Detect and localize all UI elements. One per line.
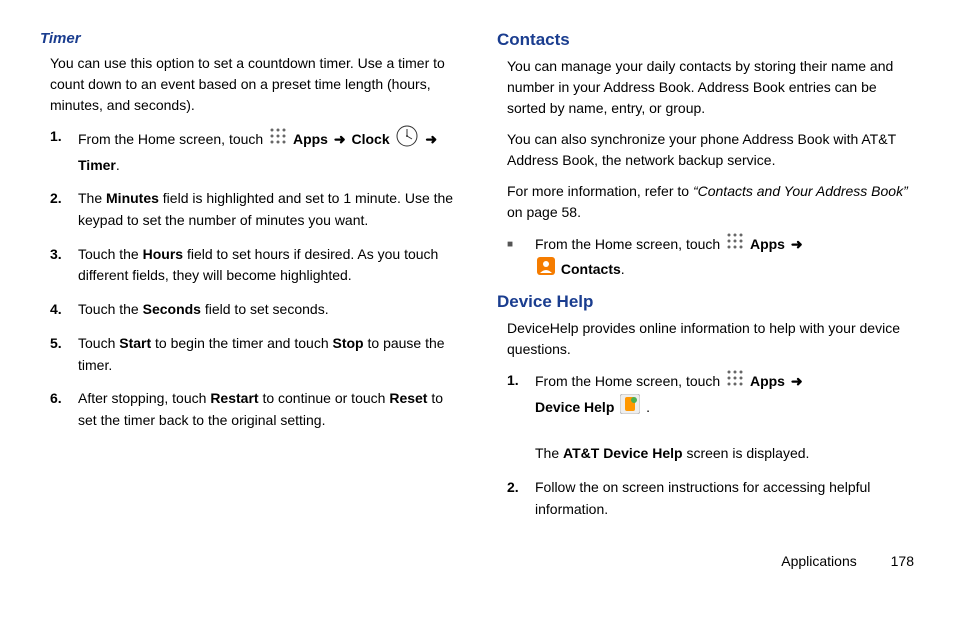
apps-grid-icon	[726, 232, 744, 257]
step-6: 6. After stopping, touch Restart to cont…	[50, 388, 457, 431]
device-help-app-icon	[620, 394, 640, 421]
arrow-icon: ➜	[423, 131, 439, 147]
timer-intro: You can use this option to set a countdo…	[40, 53, 457, 116]
arrow-icon: ➜	[789, 236, 805, 252]
step-body: The Minutes field is highlighted and set…	[78, 188, 457, 231]
step-body: From the Home screen, touch Apps ➜ Clock	[78, 126, 457, 176]
step-body: Follow the on screen instructions for ac…	[535, 477, 914, 520]
apps-grid-icon	[269, 127, 287, 152]
contacts-bullet-list: ■ From the Home screen, touch Apps ➜	[497, 233, 914, 282]
step-num: 5.	[50, 333, 78, 376]
dh-intro: DeviceHelp provides online information t…	[497, 318, 914, 360]
step-num: 1.	[50, 126, 78, 176]
page-number: 178	[891, 553, 914, 569]
step-num: 2.	[507, 477, 535, 520]
contacts-p1: You can manage your daily contacts by st…	[497, 56, 914, 119]
contacts-p2: You can also synchronize your phone Addr…	[497, 129, 914, 171]
step-4: 4. Touch the Seconds field to set second…	[50, 299, 457, 321]
right-column: Contacts You can manage your daily conta…	[497, 30, 914, 533]
step-num: 2.	[50, 188, 78, 231]
step-5: 5. Touch Start to begin the timer and to…	[50, 333, 457, 376]
footer-section: Applications	[781, 553, 857, 569]
step-num: 6.	[50, 388, 78, 431]
page-body: Timer You can use this option to set a c…	[40, 30, 914, 533]
apps-grid-icon	[726, 369, 744, 394]
heading-device-help: Device Help	[497, 292, 914, 312]
contacts-p3: For more information, refer to “Contacts…	[497, 181, 914, 223]
step-body: Touch the Seconds field to set seconds.	[78, 299, 457, 321]
dh-steps: 1. From the Home screen, touch Apps ➜ De…	[497, 370, 914, 520]
step-num: 3.	[50, 244, 78, 287]
step-num: 4.	[50, 299, 78, 321]
step-body: From the Home screen, touch Apps ➜ Devic…	[535, 370, 914, 465]
heading-contacts: Contacts	[497, 30, 914, 50]
clock-icon	[396, 125, 418, 154]
arrow-icon: ➜	[789, 373, 805, 389]
bullet-body: From the Home screen, touch Apps ➜	[535, 233, 805, 282]
step-num: 1.	[507, 370, 535, 465]
left-column: Timer You can use this option to set a c…	[40, 30, 457, 533]
step-body: Touch the Hours field to set hours if de…	[78, 244, 457, 287]
arrow-icon: ➜	[332, 131, 348, 147]
step-body: After stopping, touch Restart to continu…	[78, 388, 457, 431]
timer-steps: 1. From the Home screen, touch Apps ➜ Cl…	[40, 126, 457, 432]
step-body: Touch Start to begin the timer and touch…	[78, 333, 457, 376]
step-1: 1. From the Home screen, touch Apps ➜ Cl…	[50, 126, 457, 176]
heading-timer: Timer	[40, 30, 457, 47]
page-footer: Applications 178	[40, 553, 914, 569]
step-2: 2. The Minutes field is highlighted and …	[50, 188, 457, 231]
dh-step-2: 2. Follow the on screen instructions for…	[507, 477, 914, 520]
step-3: 3. Touch the Hours field to set hours if…	[50, 244, 457, 287]
square-bullet-icon: ■	[507, 233, 535, 282]
dh-step-1: 1. From the Home screen, touch Apps ➜ De…	[507, 370, 914, 465]
contacts-app-icon	[537, 257, 555, 282]
contacts-bullet: ■ From the Home screen, touch Apps ➜	[507, 233, 914, 282]
